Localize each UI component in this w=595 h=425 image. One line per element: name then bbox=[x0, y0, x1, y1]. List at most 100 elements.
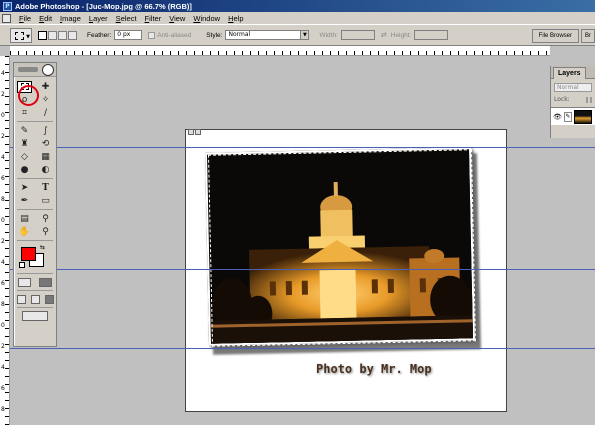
lock-transparency-checkbox[interactable] bbox=[585, 96, 588, 103]
document-controls bbox=[188, 129, 201, 135]
window-title: Adobe Photoshop - [Juc-Mop.jpg @ 66.7% (… bbox=[15, 1, 192, 11]
eyedropper-tool-icon[interactable]: ⚲ bbox=[38, 213, 53, 225]
menu-window[interactable]: Window bbox=[189, 14, 224, 23]
history-brush-tool-icon[interactable]: ⟲ bbox=[38, 138, 53, 150]
ruler-number: 8 bbox=[1, 196, 5, 203]
document-window[interactable]: Photo by Mr. Mop bbox=[185, 129, 507, 412]
menu-file[interactable]: File bbox=[15, 14, 35, 23]
full-screen-mode-button[interactable] bbox=[44, 294, 54, 304]
horizontal-guide[interactable] bbox=[10, 269, 595, 270]
new-selection-button[interactable] bbox=[38, 30, 47, 40]
rectangle-shape-tool-icon[interactable]: ▭ bbox=[38, 195, 53, 207]
feather-input[interactable]: 0 px bbox=[114, 30, 143, 40]
menu-select[interactable]: Select bbox=[112, 14, 141, 23]
subtract-from-selection-button[interactable] bbox=[58, 30, 67, 40]
anti-aliased-label: Anti-aliased bbox=[157, 31, 192, 39]
quick-mask-mode-button[interactable] bbox=[39, 277, 52, 287]
eye-visibility-icon[interactable]: 👁 bbox=[553, 113, 562, 121]
brush-link-icon[interactable]: ✎ bbox=[563, 111, 572, 122]
ruler-number: 4 bbox=[1, 364, 5, 371]
night-building-photo bbox=[205, 147, 475, 346]
layers-palette: Layers Normal Lock: 👁 ✎ bbox=[550, 66, 595, 138]
full-screen-menu-mode-button[interactable] bbox=[30, 294, 40, 304]
selection-mode-group bbox=[38, 30, 77, 40]
style-select-value: Normal bbox=[228, 31, 251, 38]
layers-tab-header: Layers bbox=[551, 66, 595, 79]
standard-mode-button[interactable] bbox=[18, 277, 31, 287]
adobe-online-icon[interactable] bbox=[18, 67, 38, 72]
ruler-number: 4 bbox=[1, 259, 5, 266]
file-browser-tab[interactable]: File Browser bbox=[531, 29, 579, 43]
canvas-area[interactable]: Photo by Mr. Mop bbox=[10, 56, 595, 425]
highlight-circle bbox=[18, 85, 39, 106]
dropdown-arrow-icon: ▼ bbox=[26, 33, 30, 40]
height-input[interactable] bbox=[414, 30, 449, 40]
anti-aliased-checkbox[interactable] bbox=[148, 31, 156, 39]
jump-to-imageready-button[interactable] bbox=[22, 311, 48, 321]
intersect-selection-button[interactable] bbox=[68, 30, 77, 40]
clone-stamp-tool-icon[interactable]: ♜ bbox=[17, 138, 32, 150]
style-select[interactable]: Normal ▼ bbox=[225, 30, 310, 40]
ruler-number: 6 bbox=[1, 385, 5, 392]
notes-tool-icon[interactable]: ▤ bbox=[17, 213, 32, 225]
move-tool-icon[interactable]: ✚ bbox=[38, 81, 53, 93]
layers-tab[interactable]: Layers bbox=[553, 67, 586, 79]
brush-tool-icon[interactable]: ∫ bbox=[38, 125, 53, 137]
standard-screen-mode-button[interactable] bbox=[16, 294, 26, 304]
feather-label: Feather: bbox=[87, 31, 112, 39]
layer-row-background[interactable]: 👁 ✎ bbox=[551, 107, 595, 125]
menu-layer[interactable]: Layer bbox=[85, 14, 112, 23]
lock-row: Lock: bbox=[554, 96, 592, 103]
healing-brush-tool-icon[interactable]: ✎ bbox=[17, 125, 32, 137]
tool-preset-picker[interactable]: ▼ bbox=[10, 27, 32, 43]
blend-mode-select[interactable]: Normal bbox=[554, 83, 592, 92]
vertical-ruler[interactable]: 4 2 0 2 4 6 8 0 2 4 6 8 0 2 4 6 8 bbox=[0, 56, 10, 425]
crop-tool-icon[interactable]: ⌗ bbox=[17, 107, 32, 119]
magic-wand-tool-icon[interactable]: ✧ bbox=[38, 94, 53, 106]
title-bar: P Adobe Photoshop - [Juc-Mop.jpg @ 66.7%… bbox=[0, 0, 595, 12]
horizontal-ruler[interactable] bbox=[10, 46, 550, 56]
ruler-number: 4 bbox=[1, 154, 5, 161]
swap-dimensions-icon[interactable]: ⇄ bbox=[381, 31, 387, 39]
lock-image-checkbox[interactable] bbox=[589, 96, 592, 103]
menu-help[interactable]: Help bbox=[224, 14, 247, 23]
ruler-number: 2 bbox=[1, 133, 5, 140]
brushes-tab[interactable]: Br bbox=[581, 29, 595, 43]
palace-image bbox=[207, 149, 475, 346]
width-label: Width: bbox=[319, 31, 338, 39]
ruler-number: 8 bbox=[1, 406, 5, 413]
foreground-color-swatch[interactable] bbox=[21, 247, 36, 261]
eye-logo-icon[interactable] bbox=[42, 64, 54, 76]
toolbox: ✚ ρ ✧ ⌗ ∕ ✎ ∫ ♜ ⟲ ◇ ▦ ● ◐ ➤ T ✒ ▭ ▤ ⚲ ✋ … bbox=[13, 62, 57, 347]
photoshop-app-icon[interactable]: P bbox=[3, 1, 12, 11]
dodge-tool-icon[interactable]: ◐ bbox=[38, 164, 53, 176]
default-colors-icon[interactable] bbox=[19, 262, 25, 268]
width-input[interactable] bbox=[340, 30, 375, 40]
zoom-tool-icon[interactable]: ⚲ bbox=[38, 226, 53, 238]
palette-well: File Browser Br bbox=[531, 29, 595, 43]
path-selection-tool-icon[interactable]: ➤ bbox=[17, 182, 32, 194]
menu-image[interactable]: Image bbox=[56, 14, 85, 23]
menu-filter[interactable]: Filter bbox=[141, 14, 166, 23]
horizontal-guide[interactable] bbox=[10, 147, 595, 148]
maximize-button[interactable] bbox=[195, 129, 201, 135]
blur-tool-icon[interactable]: ● bbox=[17, 164, 32, 176]
menu-view[interactable]: View bbox=[165, 14, 189, 23]
gradient-tool-icon[interactable]: ▦ bbox=[38, 151, 53, 163]
type-tool-icon[interactable]: T bbox=[38, 182, 53, 194]
slice-tool-icon[interactable]: ∕ bbox=[38, 107, 53, 119]
toolbox-header[interactable] bbox=[14, 63, 56, 77]
menu-bar: File Edit Image Layer Select Filter View… bbox=[0, 12, 595, 24]
eraser-tool-icon[interactable]: ◇ bbox=[17, 151, 32, 163]
hand-tool-icon[interactable]: ✋ bbox=[17, 226, 32, 238]
minimize-button[interactable] bbox=[188, 129, 194, 135]
ruler-number: 2 bbox=[1, 91, 5, 98]
document-icon[interactable] bbox=[2, 13, 11, 23]
pen-tool-icon[interactable]: ✒ bbox=[17, 195, 32, 207]
horizontal-guide[interactable] bbox=[10, 348, 595, 349]
ruler-number: 6 bbox=[1, 280, 5, 287]
menu-edit[interactable]: Edit bbox=[35, 14, 56, 23]
ruler-number: 6 bbox=[1, 175, 5, 182]
swap-colors-icon[interactable]: ⇆ bbox=[40, 244, 45, 251]
add-to-selection-button[interactable] bbox=[48, 30, 57, 40]
